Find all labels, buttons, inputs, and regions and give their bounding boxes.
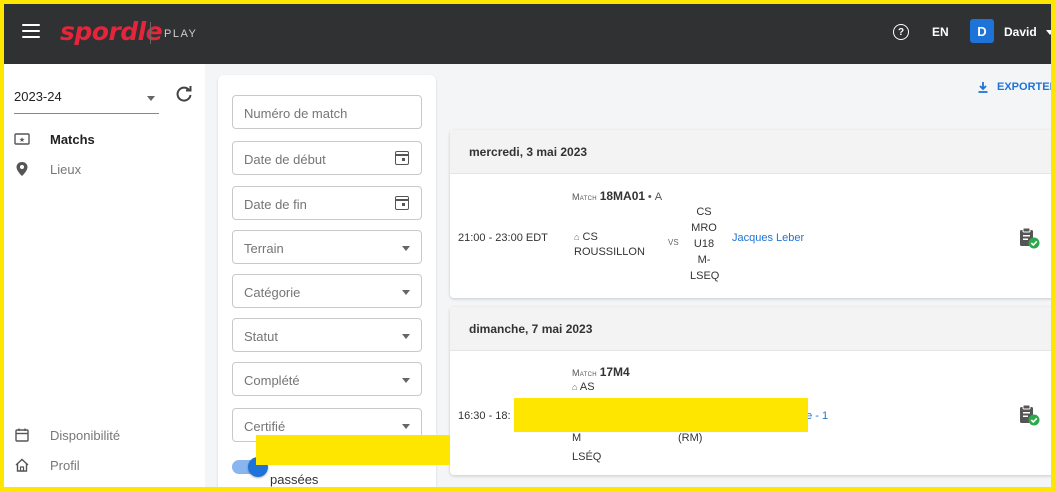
- chevron-down-icon: [402, 424, 410, 429]
- day-card: dimanche, 7 mai 2023 16:30 - 18: Match 1…: [450, 307, 1055, 475]
- top-app-bar: spordle PLAY ? EN D David: [0, 0, 1055, 64]
- match-number: Match 17M4: [572, 365, 630, 379]
- start-date-field[interactable]: Date de début: [232, 141, 422, 175]
- away-team: (RM): [678, 432, 703, 444]
- venue-select[interactable]: Terrain: [232, 230, 422, 264]
- product-name: PLAY: [164, 28, 198, 40]
- home-team-line: LSÉQ: [572, 451, 602, 463]
- venue-placeholder: Terrain: [244, 241, 284, 256]
- home-team-line: M: [572, 432, 582, 444]
- home-small-icon: ⌂: [572, 382, 578, 392]
- home-team: ⌂ AS: [572, 381, 595, 393]
- sidebar-item-profil[interactable]: Profil: [14, 454, 80, 476]
- day-date: mercredi, 3 mai 2023: [450, 130, 1055, 174]
- category-select[interactable]: Catégorie: [232, 274, 422, 308]
- ticket-icon: ★: [14, 131, 30, 147]
- location-pin-icon: [14, 161, 30, 177]
- sidebar-item-matchs[interactable]: ★ Matchs: [14, 128, 95, 150]
- start-date-placeholder: Date de début: [244, 152, 326, 167]
- refresh-icon[interactable]: [174, 84, 194, 104]
- chevron-down-icon: [402, 290, 410, 295]
- redaction-block: [514, 398, 808, 432]
- username-menu[interactable]: David: [1004, 25, 1037, 39]
- category-placeholder: Catégorie: [244, 285, 301, 300]
- game-time: 21:00 - 23:00 EDT: [458, 232, 548, 244]
- official-link[interactable]: Jacques Leber: [732, 232, 804, 244]
- chevron-down-icon: [402, 378, 410, 383]
- home-small-icon: ⌂: [574, 232, 580, 242]
- season-value: 2023-24: [14, 89, 62, 104]
- home-team: ⌂ CS ROUSSILLON: [574, 231, 645, 258]
- clipboard-check-icon[interactable]: [1017, 403, 1041, 427]
- match-number-placeholder: Numéro de match: [244, 106, 348, 121]
- svg-text:★: ★: [19, 136, 25, 144]
- chevron-down-icon: [402, 334, 410, 339]
- filters-panel: Numéro de match Date de début Date de fi…: [218, 75, 436, 491]
- avatar[interactable]: D: [970, 19, 994, 43]
- status-select[interactable]: Statut: [232, 318, 422, 352]
- logo-divider: [150, 22, 151, 44]
- sidebar-item-disponibilite[interactable]: Disponibilité: [14, 424, 120, 446]
- away-team: CS MRO U18 M- LSEQ: [690, 206, 720, 282]
- sidebar-item-lieux[interactable]: Lieux: [14, 158, 81, 180]
- sidebar-item-label: Profil: [50, 457, 80, 473]
- menu-icon[interactable]: [22, 24, 40, 38]
- home-icon: [14, 457, 30, 473]
- game-time: 16:30 - 18:: [458, 410, 511, 422]
- end-date-field[interactable]: Date de fin: [232, 186, 422, 220]
- completed-select[interactable]: Complété: [232, 362, 422, 396]
- chevron-down-icon[interactable]: [1046, 30, 1054, 35]
- sidebar: 2023-24 ★ Matchs Lieux Disponibilité Pro…: [0, 64, 205, 491]
- language-toggle[interactable]: EN: [932, 25, 949, 39]
- match-number: Match 18MA01 • A: [572, 189, 663, 203]
- match-number-input[interactable]: Numéro de match: [232, 95, 422, 129]
- chevron-down-icon: [147, 96, 155, 101]
- past-games-label: passées: [270, 472, 319, 487]
- season-select[interactable]: 2023-24: [14, 88, 159, 114]
- chevron-down-icon: [402, 246, 410, 251]
- export-label: EXPORTER: [997, 81, 1055, 93]
- vs-label: VS: [668, 238, 679, 247]
- day-date: dimanche, 7 mai 2023: [450, 307, 1055, 351]
- calendar-icon: [14, 427, 30, 443]
- calendar-icon[interactable]: [395, 151, 409, 165]
- redaction-block: [256, 435, 450, 465]
- help-circle-icon[interactable]: ?: [893, 24, 909, 40]
- certified-placeholder: Certifié: [244, 419, 286, 434]
- sidebar-item-label: Disponibilité: [50, 427, 121, 443]
- calendar-icon[interactable]: [395, 196, 409, 210]
- status-placeholder: Statut: [244, 329, 278, 344]
- clipboard-check-icon[interactable]: [1017, 226, 1041, 250]
- end-date-placeholder: Date de fin: [244, 197, 307, 212]
- completed-placeholder: Complété: [244, 373, 300, 388]
- spordle-logo[interactable]: spordle: [60, 17, 163, 46]
- download-icon: [978, 82, 988, 93]
- day-card: mercredi, 3 mai 2023 21:00 - 23:00 EDT M…: [450, 130, 1055, 298]
- sidebar-item-label: Lieux: [50, 161, 82, 177]
- export-button[interactable]: EXPORTER: [977, 81, 1055, 93]
- sidebar-item-label: Matchs: [50, 131, 95, 147]
